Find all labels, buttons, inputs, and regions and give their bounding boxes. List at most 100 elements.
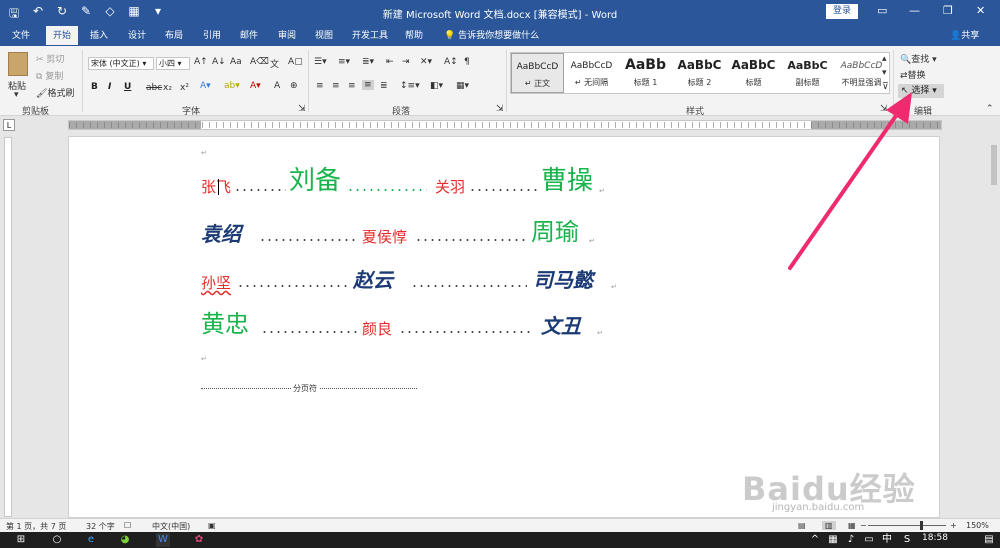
name-text[interactable]: 文丑 <box>541 310 581 339</box>
decrease-indent-icon[interactable]: ⇤ <box>386 57 394 67</box>
grow-font-icon[interactable]: A↑ <box>194 57 208 67</box>
name-text[interactable]: 袁绍 <box>201 218 241 247</box>
font-size-select[interactable]: 小四 ▾ <box>156 57 190 70</box>
name-text[interactable]: 颜良 <box>362 318 392 339</box>
tab-mailings[interactable]: 邮件 <box>240 28 258 41</box>
language-indicator[interactable]: 中文(中国) <box>152 521 190 532</box>
style-title[interactable]: AaBbC 标题 <box>727 53 780 93</box>
read-mode-icon[interactable]: ▤ <box>798 521 806 530</box>
vertical-ruler[interactable] <box>4 137 12 517</box>
char-border-icon[interactable]: A▢ <box>288 57 303 67</box>
proofing-icon[interactable]: ☐ <box>124 521 131 530</box>
tab-layout[interactable]: 布局 <box>165 28 183 41</box>
zoom-slider[interactable] <box>868 521 946 530</box>
style-heading-1[interactable]: AaBb 标题 1 <box>619 53 672 93</box>
change-case-icon[interactable]: Aa <box>230 57 242 67</box>
justify-icon[interactable]: ≡ <box>362 80 374 90</box>
word-count[interactable]: 32 个字 <box>86 521 115 532</box>
name-text[interactable]: 张飞 <box>201 176 231 197</box>
multilevel-list-icon[interactable]: ≣▾ <box>362 57 374 67</box>
login-button[interactable]: 登录 <box>826 4 858 19</box>
underline-button[interactable]: U <box>124 82 131 92</box>
tab-insert[interactable]: 插入 <box>90 28 108 41</box>
wechat-icon[interactable]: ◕ <box>118 533 132 547</box>
name-text[interactable]: 赵云 <box>353 264 393 293</box>
ime-icon[interactable]: 中 <box>880 533 894 547</box>
font-name-select[interactable]: 宋体 (中文正) ▾ <box>88 57 154 70</box>
subscript-button[interactable]: x₂ <box>163 83 172 93</box>
zoom-level[interactable]: 150% <box>966 521 989 530</box>
italic-button[interactable]: I <box>108 82 111 92</box>
tab-home[interactable]: 开始 <box>46 26 79 45</box>
name-text[interactable]: 孙坚 <box>201 272 231 293</box>
superscript-button[interactable]: x² <box>180 83 189 93</box>
tell-me-box[interactable]: 💡 告诉我你想要做什么 <box>444 28 539 41</box>
paste-dropdown-icon[interactable]: ▾ <box>14 90 19 100</box>
align-left-icon[interactable]: ≡ <box>316 81 324 91</box>
name-text[interactable]: 夏侯惇 <box>362 226 407 247</box>
tab-developer[interactable]: 开发工具 <box>352 28 388 41</box>
format-painter-button[interactable]: 🖌格式刷 <box>36 86 74 99</box>
notification-icon[interactable]: ▤ <box>982 533 996 547</box>
share-button[interactable]: 👤共享 <box>950 28 979 41</box>
restore-button[interactable]: ❐ <box>943 4 953 17</box>
page-count[interactable]: 第 1 页，共 7 页 <box>6 521 66 532</box>
clear-format-icon[interactable]: A⌫ <box>250 57 269 67</box>
shrink-font-icon[interactable]: A↓ <box>212 57 226 67</box>
volume-icon[interactable]: ♪ <box>844 533 858 547</box>
tab-references[interactable]: 引用 <box>203 28 221 41</box>
minimize-button[interactable]: — <box>909 4 920 17</box>
search-taskbar-icon[interactable]: ○ <box>50 533 64 547</box>
line-spacing-icon[interactable]: ↕≡▾ <box>400 81 420 91</box>
zoom-out-icon[interactable]: − <box>860 521 867 530</box>
tab-review[interactable]: 审阅 <box>278 28 296 41</box>
find-button[interactable]: 🔍查找 ▾ <box>900 52 937 65</box>
enclose-char-icon[interactable]: ⊕ <box>290 81 298 91</box>
network-icon[interactable]: ▦ <box>826 533 840 547</box>
align-center-icon[interactable]: ≡ <box>332 81 340 91</box>
tab-file[interactable]: 文件 <box>12 28 30 41</box>
edge-icon[interactable]: e <box>84 533 98 547</box>
styles-scroll-down-icon[interactable]: ▾ <box>882 68 887 78</box>
styles-scroll-up-icon[interactable]: ▴ <box>882 54 887 64</box>
scroll-thumb[interactable] <box>991 145 997 185</box>
word-taskbar-icon[interactable]: W <box>156 533 170 547</box>
web-layout-icon[interactable]: ▦ <box>848 521 856 530</box>
text-effects-icon[interactable]: A▾ <box>200 81 211 91</box>
name-text[interactable]: 刘备 <box>289 160 341 197</box>
tab-view[interactable]: 视图 <box>315 28 333 41</box>
tray-up-icon[interactable]: ^ <box>808 533 822 547</box>
bullets-icon[interactable]: ☰▾ <box>314 57 327 67</box>
chinese-layout-icon[interactable]: ✕▾ <box>420 57 432 67</box>
tab-selector[interactable]: L <box>3 119 15 131</box>
align-right-icon[interactable]: ≡ <box>348 81 356 91</box>
name-text[interactable]: 曹操 <box>541 160 593 197</box>
macro-icon[interactable]: ▣ <box>208 521 216 530</box>
font-color-icon[interactable]: A▾ <box>250 81 261 91</box>
phonetic-icon[interactable]: 文 <box>270 57 279 70</box>
start-icon[interactable]: ⊞ <box>14 533 28 547</box>
vertical-scrollbar[interactable] <box>988 133 1000 518</box>
style-no-spacing[interactable]: AaBbCcD ↵ 无间隔 <box>565 53 618 93</box>
name-text[interactable]: 周瑜 <box>531 212 579 247</box>
paragraph-dialog-launcher-icon[interactable]: ⇲ <box>496 104 504 114</box>
style-normal[interactable]: AaBbCcD ↵ 正文 <box>511 53 564 93</box>
distributed-icon[interactable]: ≣ <box>380 81 388 91</box>
show-marks-icon[interactable]: ¶ <box>464 57 470 67</box>
numbering-icon[interactable]: ≡▾ <box>338 57 350 67</box>
increase-indent-icon[interactable]: ⇥ <box>402 57 410 67</box>
char-shading-icon[interactable]: A <box>274 81 280 91</box>
borders-icon[interactable]: ▦▾ <box>456 81 469 91</box>
font-dialog-launcher-icon[interactable]: ⇲ <box>298 104 306 114</box>
copy-button[interactable]: ⧉ 复制 <box>36 69 63 82</box>
name-text[interactable]: 黄忠 <box>201 304 249 339</box>
name-text[interactable]: 司马懿 <box>533 264 593 293</box>
name-text[interactable]: 关羽 <box>435 176 465 197</box>
clock[interactable]: 18:58 <box>922 533 948 543</box>
shading-icon[interactable]: ◧▾ <box>430 81 443 91</box>
bold-button[interactable]: B <box>91 82 98 92</box>
sort-icon[interactable]: A↕ <box>444 57 458 67</box>
app-taskbar-icon[interactable]: ✿ <box>192 533 206 547</box>
print-layout-icon[interactable]: ▥ <box>822 521 836 530</box>
battery-icon[interactable]: ▭ <box>862 533 876 547</box>
